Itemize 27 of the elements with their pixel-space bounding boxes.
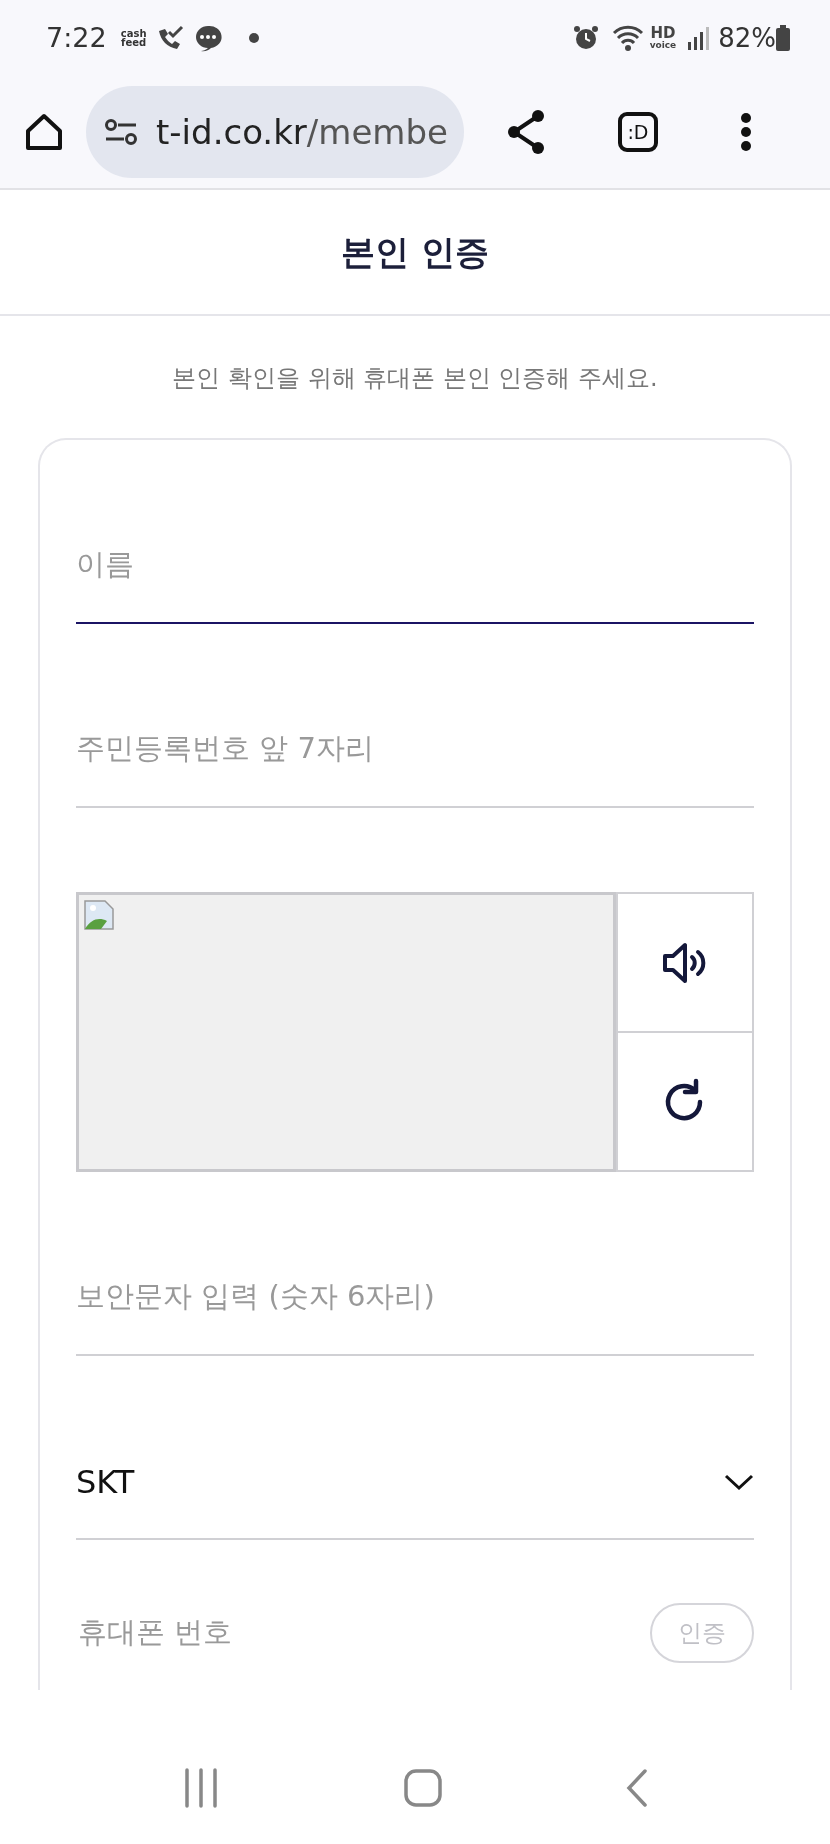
broken-image-icon bbox=[83, 899, 115, 931]
home-button-icon[interactable] bbox=[403, 1768, 443, 1808]
url-text: t-id.co.kr/membe bbox=[156, 110, 448, 154]
wifi-icon bbox=[611, 24, 644, 52]
carrier-select[interactable]: SKT bbox=[76, 1356, 754, 1540]
site-settings-icon bbox=[104, 119, 138, 145]
dot-icon bbox=[248, 33, 259, 43]
back-icon[interactable] bbox=[625, 1768, 649, 1808]
address-bar[interactable]: t-id.co.kr/membe bbox=[86, 86, 464, 178]
hd-voice-label: HD bbox=[650, 26, 676, 41]
hd-voice-label: voice bbox=[649, 41, 677, 50]
input-field[interactable]: 이름 bbox=[76, 542, 754, 624]
instruction-text: 본인 확인을 위해 휴대폰 본인 인증해 주세요. bbox=[171, 363, 659, 394]
audio-button[interactable] bbox=[616, 892, 754, 1033]
more-options-icon[interactable] bbox=[740, 112, 752, 152]
tab-count-button[interactable]: :D bbox=[618, 112, 658, 152]
alarm-icon bbox=[571, 24, 600, 52]
battery-percent: 82% bbox=[718, 21, 776, 55]
input-field[interactable]: 휴대폰 번호 bbox=[76, 1570, 650, 1656]
clock-time: 7:22 bbox=[46, 20, 107, 55]
app-notification-label: cash feed bbox=[119, 29, 148, 47]
home-icon[interactable] bbox=[24, 112, 64, 152]
refresh-button[interactable] bbox=[616, 1033, 754, 1172]
signal-icon bbox=[686, 26, 711, 50]
page-title: 본인 인증 bbox=[341, 230, 489, 274]
chevron-down-icon bbox=[724, 1473, 754, 1491]
battery-icon bbox=[776, 25, 790, 51]
